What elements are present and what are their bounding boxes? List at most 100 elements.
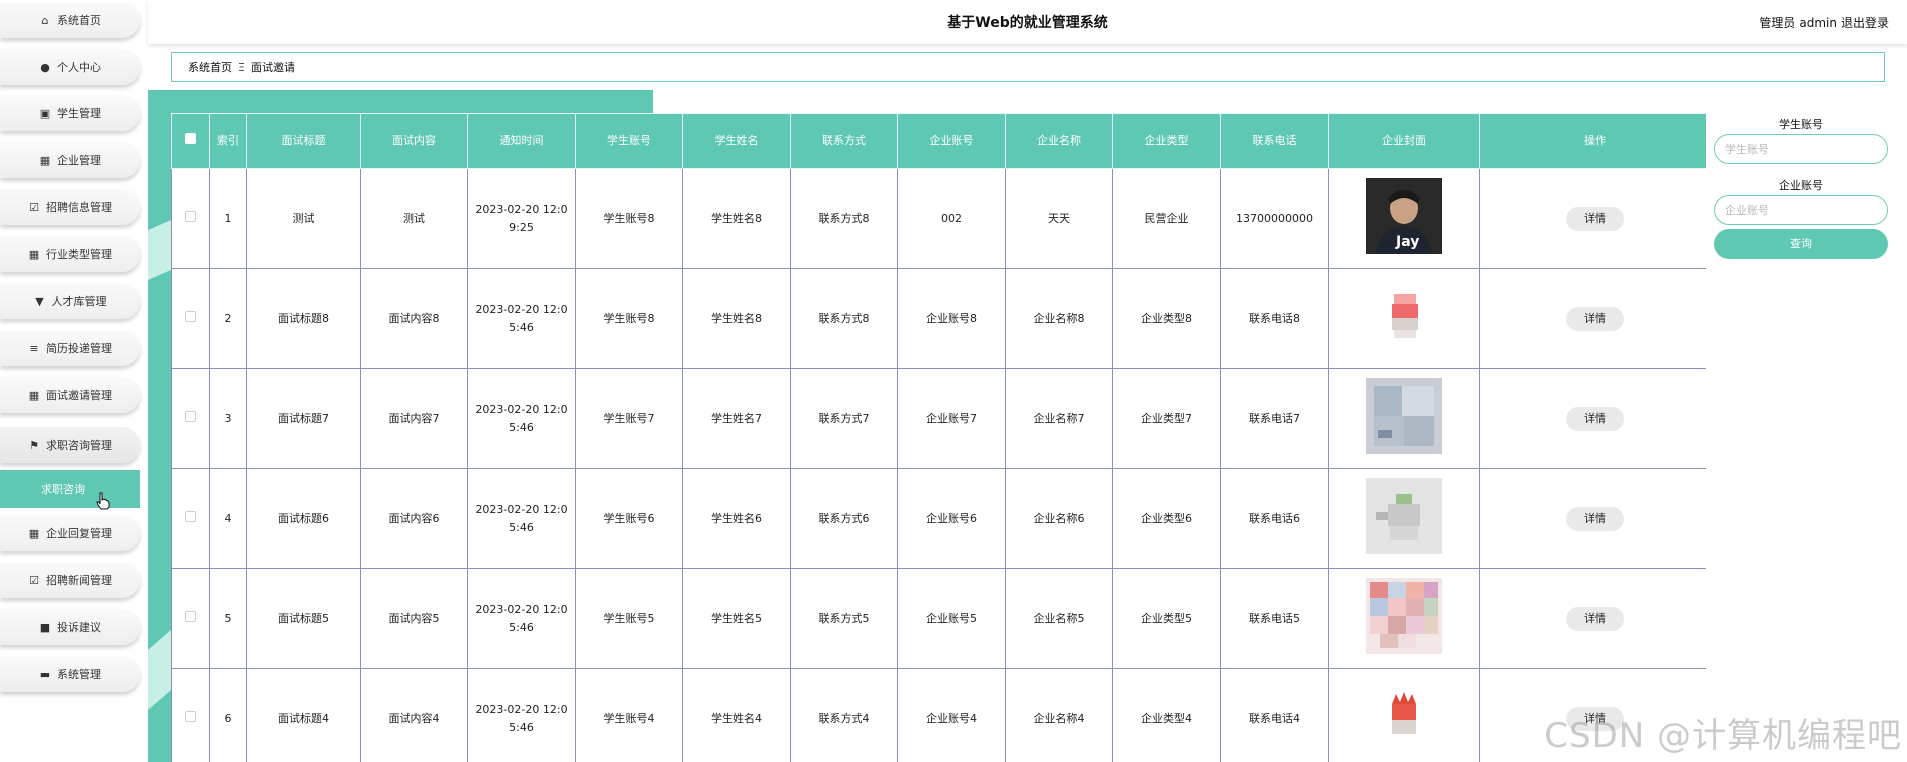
cell-title: 面试标题5 (246, 568, 361, 669)
sidebar-item-recruit-info[interactable]: ☑ 招聘信息管理 (0, 189, 140, 225)
column-header: 通知时间 (467, 113, 576, 169)
cell-index: 2 (209, 268, 247, 369)
cell-title: 面试标题4 (246, 668, 361, 762)
sidebar-item-label: 系统管理 (57, 668, 101, 681)
row-checkbox[interactable] (171, 468, 210, 569)
column-header: 索引 (209, 113, 247, 169)
breadcrumb-current: 面试邀请 (250, 61, 295, 74)
cell-company-account: 企业账号6 (897, 468, 1006, 569)
column-header: 学生账号 (575, 113, 683, 169)
cell-student-name: 学生姓名5 (682, 568, 791, 669)
cell-content: 面试内容4 (360, 668, 468, 762)
column-header: 企业名称 (1005, 113, 1113, 169)
time-line: 2023-02-20 12:0 (475, 402, 568, 416)
time-line: 2023-02-20 12:0 (475, 702, 568, 716)
detail-button[interactable]: 详情 (1566, 606, 1624, 631)
cell-student-name: 学生姓名7 (682, 368, 791, 469)
sidebar-item-system[interactable]: ▬ 系统管理 (0, 656, 140, 692)
sidebar-item-consultations[interactable]: ⚑ 求职咨询管理 (0, 427, 140, 463)
row-checkbox[interactable] (171, 168, 210, 269)
calendar-check-icon: ▣ (39, 106, 51, 120)
table-row: 1 测试 测试 2023-02-20 12:0 9:25 学生账号8 学生姓名8 … (171, 168, 1706, 269)
sidebar-item-interviews[interactable]: ▦ 面试邀请管理 (0, 377, 140, 413)
checkbox-icon: ☑ (29, 573, 39, 587)
column-header: 面试标题 (246, 113, 361, 169)
time-line: 5:46 (509, 420, 534, 434)
sidebar-item-recruit-news[interactable]: ☑ 招聘新闻管理 (0, 562, 140, 598)
cell-student-account: 学生账号6 (575, 468, 683, 569)
cell-student-name: 学生姓名8 (682, 268, 791, 369)
detail-button[interactable]: 详情 (1566, 306, 1624, 331)
cell-company-name: 企业名称5 (1005, 568, 1113, 669)
time-line: 2023-02-20 12:0 (475, 202, 568, 216)
logout-link[interactable]: 退出登录 (1841, 16, 1889, 30)
row-checkbox[interactable] (171, 668, 210, 762)
detail-button[interactable]: 详情 (1566, 206, 1624, 231)
cell-phone: 13700000000 (1220, 168, 1329, 269)
select-all-checkbox[interactable] (171, 113, 210, 169)
submenu-item-label: 求职咨询 (41, 483, 85, 496)
cell-student-account: 学生账号8 (575, 268, 683, 369)
cell-title: 测试 (246, 168, 361, 269)
breadcrumb-home[interactable]: 系统首页 (188, 59, 232, 75)
column-header: 企业封面 (1328, 113, 1480, 169)
cell-student-name: 学生姓名4 (682, 668, 791, 762)
sidebar-item-label: 简历投递管理 (46, 342, 112, 355)
row-checkbox[interactable] (171, 568, 210, 669)
sidebar-item-company-replies[interactable]: ▦ 企业回复管理 (0, 515, 140, 551)
username: admin (1799, 16, 1837, 30)
sidebar-item-resumes[interactable]: ≡ 简历投递管理 (0, 330, 140, 366)
detail-button[interactable]: 详情 (1566, 406, 1624, 431)
sidebar-item-label: 面试邀请管理 (46, 389, 112, 402)
cell-index: 1 (209, 168, 247, 269)
cell-cover (1328, 668, 1480, 762)
sidebar-item-students[interactable]: ▣ 学生管理 (0, 95, 140, 131)
cell-title: 面试标题6 (246, 468, 361, 569)
row-checkbox[interactable] (171, 268, 210, 369)
app-title: 基于Web的就业管理系统 (947, 15, 1108, 31)
cell-company-type: 企业类型8 (1112, 268, 1221, 369)
user-role: 管理员 (1759, 16, 1796, 30)
query-button[interactable]: 查询 (1714, 229, 1888, 259)
cell-title: 面试标题8 (246, 268, 361, 369)
company-cover-image: Jay (1366, 177, 1442, 254)
sidebar-item-talent-pool[interactable]: ▼ 人才库管理 (0, 283, 140, 319)
company-cover-image (1366, 277, 1442, 354)
student-account-input[interactable] (1714, 134, 1888, 164)
sidebar-item-label: 企业回复管理 (46, 527, 112, 540)
top-header: 基于Web的就业管理系统 管理员 admin 退出登录 (148, 0, 1907, 44)
database-icon: ▬ (39, 667, 51, 681)
cell-phone: 联系电话5 (1220, 568, 1329, 669)
sidebar-item-home[interactable]: ⌂ 系统首页 (0, 2, 140, 38)
cell-student-account: 学生账号7 (575, 368, 683, 469)
sidebar-item-label: 行业类型管理 (46, 248, 112, 261)
grid-icon: ▦ (28, 247, 40, 261)
row-checkbox[interactable] (171, 368, 210, 469)
sidebar-item-profile[interactable]: ● 个人中心 (0, 49, 140, 85)
pin-icon: ▼ (35, 294, 44, 308)
sidebar-item-label: 求职咨询管理 (46, 439, 112, 452)
company-cover-image (1366, 477, 1442, 554)
company-account-input[interactable] (1714, 195, 1888, 225)
time-line: 2023-02-20 12:0 (475, 302, 568, 316)
cell-index: 6 (209, 668, 247, 762)
sidebar-item-industry-types[interactable]: ▦ 行业类型管理 (0, 236, 140, 272)
detail-button[interactable]: 详情 (1566, 506, 1624, 531)
cell-content: 面试内容5 (360, 568, 468, 669)
cell-company-name: 企业名称8 (1005, 268, 1113, 369)
time-line: 2023-02-20 12:0 (475, 502, 568, 516)
cell-company-type: 民营企业 (1112, 168, 1221, 269)
video-icon: ■ (39, 620, 51, 634)
cell-student-account: 学生账号5 (575, 568, 683, 669)
submenu-item-consultation[interactable]: 求职咨询 (0, 470, 140, 508)
table-row: 3 面试标题7 面试内容7 2023-02-20 12:0 5:46 学生账号7 … (171, 368, 1706, 469)
cell-contact: 联系方式5 (790, 568, 898, 669)
column-header: 企业类型 (1112, 113, 1221, 169)
breadcrumb-separator-icon: Ξ (238, 60, 245, 74)
sidebar-item-label: 招聘信息管理 (46, 201, 112, 214)
column-header: 联系方式 (790, 113, 898, 169)
cell-student-name: 学生姓名8 (682, 168, 791, 269)
home-icon: ⌂ (41, 13, 49, 27)
sidebar-item-complaints[interactable]: ■ 投诉建议 (0, 609, 140, 645)
sidebar-item-companies[interactable]: ▦ 企业管理 (0, 142, 140, 178)
